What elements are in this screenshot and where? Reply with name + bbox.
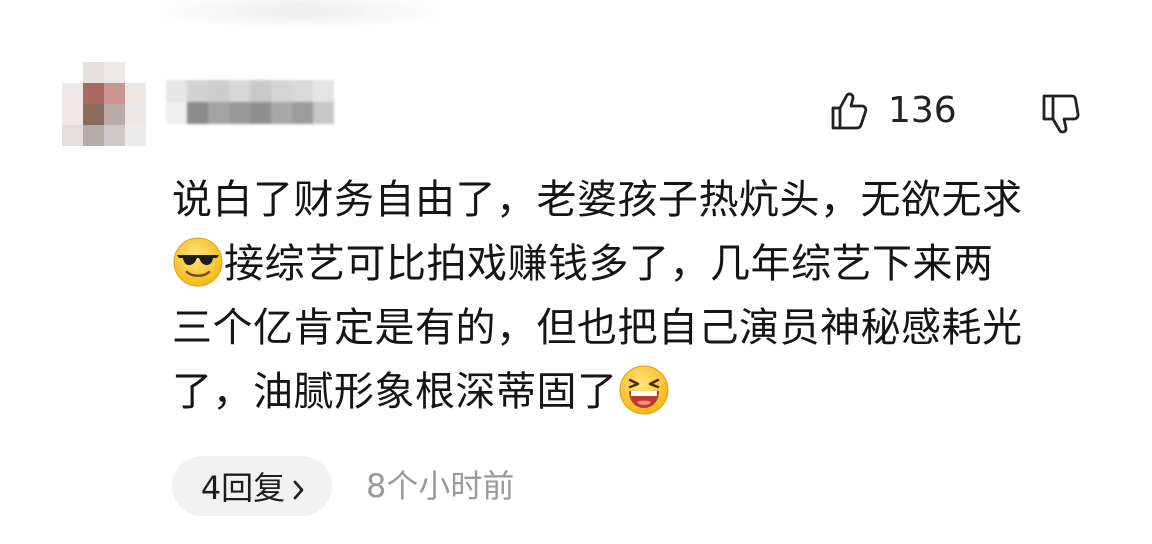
sunglasses-emoji — [172, 236, 224, 288]
comment-line-1: 说白了财务自由了，老婆孩子热炕头，无欲无求 — [172, 177, 1023, 223]
chevron-right-icon — [291, 473, 307, 500]
thumbs-down-icon[interactable] — [1040, 92, 1080, 134]
laughing-emoji — [618, 364, 670, 416]
like-button[interactable]: 136 — [830, 88, 957, 134]
comment-line-4: 了，油腻形象根深蒂固了 — [172, 369, 618, 415]
dislike-button[interactable] — [1040, 92, 1082, 136]
comment-line-3: 三个亿肯定是有的，但也把自己演员神秘感耗光 — [172, 305, 1023, 351]
username-blurred[interactable] — [166, 80, 334, 124]
comment-text: 说白了财务自由了，老婆孩子热炕头，无欲无求 接综艺可比拍戏赚钱多了，几年综艺下来… — [172, 168, 1112, 424]
thumbs-up-icon[interactable] — [830, 91, 868, 131]
comment-line-2: 接综艺可比拍戏赚钱多了，几年综艺下来两 — [224, 241, 994, 287]
comment-timestamp: 8个小时前 — [366, 467, 515, 505]
avatar[interactable] — [62, 62, 146, 146]
blurred-previous-content — [150, 0, 450, 22]
reply-count-label: 4回复 — [200, 469, 286, 507]
view-replies-button[interactable]: 4回复 — [172, 456, 332, 516]
like-count: 136 — [888, 90, 957, 131]
